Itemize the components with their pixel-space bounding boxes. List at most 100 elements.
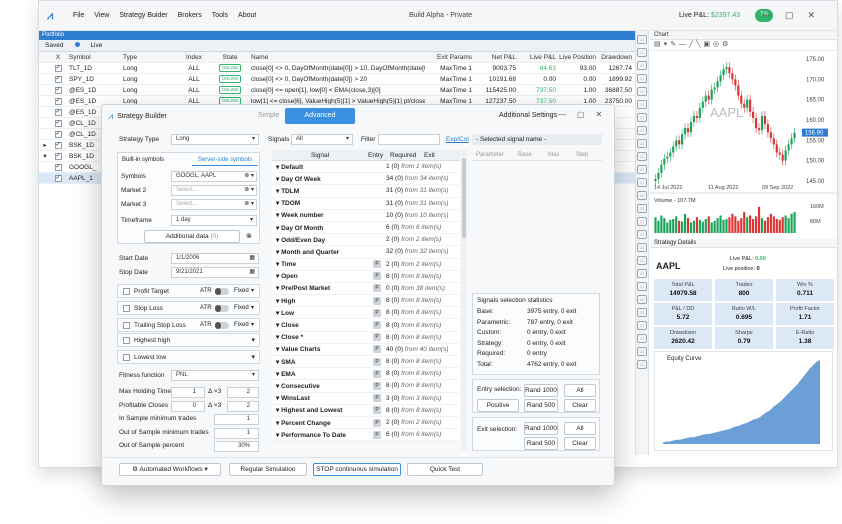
entry-clear-button[interactable]: Clear bbox=[564, 399, 596, 412]
automated-workflows-button[interactable]: ⚙ Automated Workflows ▾ bbox=[119, 463, 221, 476]
exit-mode-select[interactable]: Fixed bbox=[234, 288, 249, 294]
builder-window-controls[interactable]: —▢✕ bbox=[558, 110, 613, 119]
toolbar-button-icon[interactable]: □ bbox=[637, 321, 647, 330]
filter-input[interactable] bbox=[378, 134, 440, 145]
row-checkbox[interactable]: ✓ bbox=[54, 109, 62, 116]
toolbar-button-icon[interactable]: □ bbox=[637, 191, 647, 200]
exit-checkbox[interactable] bbox=[123, 322, 130, 329]
menu-item[interactable]: Tools bbox=[212, 12, 228, 19]
signal-row[interactable]: ▾ WinsLast P 3 (0) from 3 item(s) bbox=[272, 392, 460, 405]
signal-row[interactable]: ▾ Pre/Post Market P 0 (0) from 38 item(s… bbox=[272, 282, 460, 296]
signals-scrollbar[interactable] bbox=[461, 150, 467, 450]
menu-item[interactable]: File bbox=[73, 12, 84, 19]
strategy-type-select[interactable]: Long ▾ bbox=[171, 134, 259, 145]
row-checkbox[interactable]: ✓ bbox=[54, 153, 62, 160]
toolbar-button-icon[interactable]: □ bbox=[637, 347, 647, 356]
toolbar-button-icon[interactable]: □ bbox=[637, 217, 647, 226]
param-input[interactable]: 0 bbox=[171, 400, 205, 412]
chart-toolbar[interactable]: ▤▾✎―╱╲▣◎⚙ bbox=[650, 40, 837, 51]
signal-row[interactable]: ▾ High P 8 (0) from 8 item(s) bbox=[272, 295, 460, 308]
tab-server-side-symbols[interactable]: Server-side symbols bbox=[192, 155, 258, 166]
menu-item[interactable]: Strategy Buider bbox=[119, 12, 167, 19]
row-checkbox[interactable]: ✓ bbox=[54, 142, 62, 149]
toolbar-button-icon[interactable]: □ bbox=[637, 61, 647, 70]
exit-checkbox[interactable] bbox=[123, 288, 130, 295]
fitness-select[interactable]: PNL ▾ bbox=[171, 370, 259, 381]
tab-saved[interactable]: Saved bbox=[39, 42, 69, 49]
expand-arrow-icon[interactable]: ▸ bbox=[39, 141, 51, 149]
table-row[interactable]: ✓ @ES_1D Long ALL ONLINE close[0] <= ope… bbox=[39, 85, 635, 96]
regular-simulation-button[interactable]: Regular Simulation bbox=[229, 463, 307, 476]
row-checkbox[interactable]: ✓ bbox=[54, 76, 62, 83]
toolbar-button-icon[interactable]: □ bbox=[637, 178, 647, 187]
signal-row[interactable]: ▾ SMA P 8 (0) from 8 item(s) bbox=[272, 356, 460, 369]
signal-row[interactable]: ▾ Close * P 8 (0) from 8 item(s) bbox=[272, 331, 460, 344]
signal-row[interactable]: ▾ Default 1 (0) from 1 item(s) bbox=[272, 161, 460, 174]
exit-mode-select[interactable]: Fixed bbox=[234, 305, 249, 311]
signal-row[interactable]: ▾ Day Of Week 34 (0) from 34 item(s) bbox=[272, 173, 460, 186]
signal-row[interactable]: ▾ Day Of Month 6 (0) from 6 item(s) bbox=[272, 221, 460, 235]
param-input[interactable]: 1 bbox=[171, 387, 205, 398]
market3-select[interactable]: Select... ⊗ ▾ bbox=[171, 199, 257, 210]
toolbar-button-icon[interactable]: □ bbox=[637, 152, 647, 161]
signals-filter-select[interactable]: All ▾ bbox=[291, 134, 353, 145]
atr-toggle[interactable] bbox=[215, 288, 229, 295]
toolbar-button-icon[interactable]: □ bbox=[637, 360, 647, 369]
signal-row[interactable]: ▾ Week number 10 (0) from 10 item(s) bbox=[272, 209, 460, 222]
entry-positive-button[interactable]: Positive bbox=[477, 399, 519, 412]
toolbar-button-icon[interactable]: □ bbox=[637, 204, 647, 213]
row-checkbox[interactable]: ✓ bbox=[54, 65, 62, 72]
atr-toggle[interactable] bbox=[215, 322, 229, 329]
column-header[interactable]: Live Position bbox=[559, 54, 599, 61]
entry-all-button[interactable]: All bbox=[564, 384, 596, 397]
timeframe-select[interactable]: 1 day ▾ bbox=[171, 215, 257, 226]
param-input[interactable]: 1 bbox=[214, 414, 259, 425]
column-header[interactable]: Net P&L bbox=[475, 54, 519, 61]
toolbar-button-icon[interactable]: □ bbox=[637, 269, 647, 278]
column-header[interactable]: Drawdown bbox=[599, 54, 635, 61]
exit-mode-select[interactable]: Fixed bbox=[234, 322, 249, 328]
signal-row[interactable]: ▾ Highest and Lowest P 8 (0) from 8 item… bbox=[272, 404, 460, 417]
column-header[interactable]: X bbox=[51, 54, 65, 61]
toolbar-button-icon[interactable]: □ bbox=[637, 126, 647, 135]
toolbar-button-icon[interactable]: □ bbox=[637, 48, 647, 57]
clear-icon[interactable]: ⊗ bbox=[246, 232, 252, 240]
toolbar-button-icon[interactable]: □ bbox=[637, 35, 647, 44]
toolbar-button-icon[interactable]: □ bbox=[637, 282, 647, 291]
additional-data-button[interactable]: Additional data (0) bbox=[144, 230, 240, 243]
signal-row[interactable]: ▾ EMA P 8 (0) from 8 item(s) bbox=[272, 368, 460, 381]
menu-item[interactable]: About bbox=[238, 12, 256, 19]
exit-row[interactable]: Trailing Stop Loss ATR Fixed ▾ bbox=[117, 318, 260, 332]
signal-row[interactable]: ▾ Open P 8 (0) from 8 item(s) bbox=[272, 270, 460, 283]
tab-advanced[interactable]: Advanced bbox=[285, 108, 355, 124]
toolbar-button-icon[interactable]: □ bbox=[637, 113, 647, 122]
toolbar-button-icon[interactable]: □ bbox=[637, 230, 647, 239]
signal-row[interactable]: ▾ Odd/Even Day 2 (0) from 2 item(s) bbox=[272, 234, 460, 247]
param-step-input[interactable]: 2 bbox=[227, 400, 259, 412]
entry-rand500-button[interactable]: Rand 500 bbox=[524, 399, 558, 412]
column-header[interactable]: Type bbox=[119, 54, 175, 61]
column-header[interactable]: Live P&L bbox=[519, 54, 559, 61]
signal-row[interactable]: ▾ Value Charts P 40 (0) from 40 item(s) bbox=[272, 343, 460, 356]
column-header[interactable]: Name bbox=[247, 54, 425, 61]
column-header[interactable]: Index bbox=[175, 54, 213, 61]
signal-row[interactable]: ▾ Performance To Date P 6 (0) from 6 ite… bbox=[272, 429, 460, 442]
price-chart[interactable]: 175.00 170.00 165.00 160.00 155.00 150.00 145.… bbox=[650, 51, 837, 239]
toolbar-button-icon[interactable]: □ bbox=[637, 100, 647, 109]
start-date-input[interactable]: 1/1/2006 ▦ bbox=[171, 253, 259, 264]
quick-test-button[interactable]: Quick Test bbox=[407, 463, 483, 476]
signal-row[interactable]: ▾ Percent Change P 2 (0) from 2 item(s) bbox=[272, 416, 460, 430]
toolbar-button-icon[interactable]: □ bbox=[637, 87, 647, 96]
market2-select[interactable]: Select... ⊗ ▾ bbox=[171, 185, 257, 196]
exit-checkbox[interactable] bbox=[123, 305, 130, 312]
expand-arrow-icon[interactable]: ▾ bbox=[39, 152, 51, 160]
signal-row[interactable]: ▾ Consecutive P 8 (0) from 8 item(s) bbox=[272, 380, 460, 393]
window-controls[interactable]: —▢✕ bbox=[762, 10, 829, 21]
table-row[interactable]: ✓ TLT_1D Long ALL ONLINE close[0] <> 0, … bbox=[39, 63, 635, 74]
stop-date-input[interactable]: 9/21/2021 ▦ bbox=[171, 267, 259, 278]
atr-toggle[interactable] bbox=[215, 305, 229, 312]
exit-row[interactable]: Stop Loss ATR Fixed ▾ bbox=[117, 301, 260, 315]
row-checkbox[interactable]: ✓ bbox=[54, 131, 62, 138]
menu-item[interactable]: View bbox=[94, 12, 109, 19]
param-input[interactable]: 1 bbox=[214, 427, 259, 439]
